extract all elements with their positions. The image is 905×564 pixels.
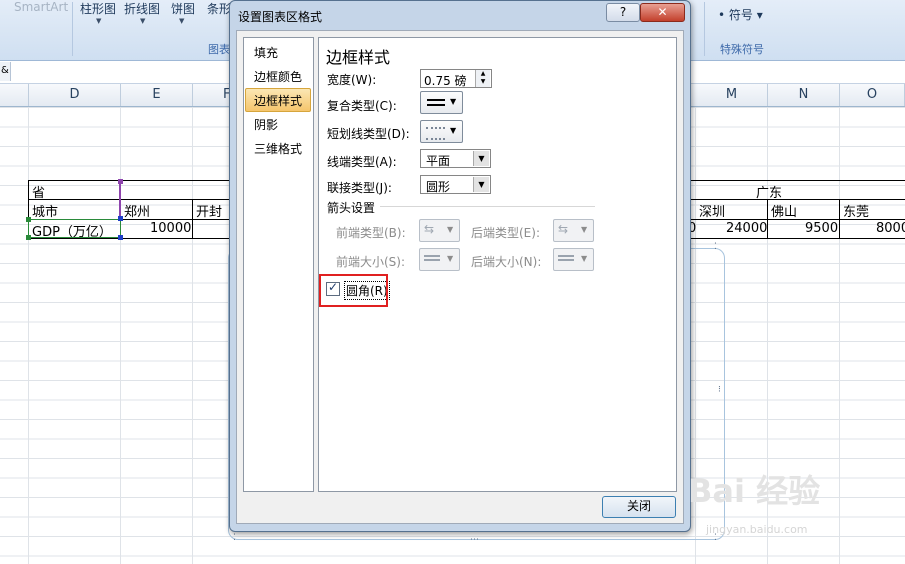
- column-header-n[interactable]: N: [768, 84, 840, 106]
- cell-province-label[interactable]: 省: [32, 182, 45, 201]
- range-handle[interactable]: [118, 179, 123, 184]
- baidu-watermark-url: jingyan.baidu.com: [706, 523, 808, 536]
- line-chart-button[interactable]: 折线图: [124, 0, 160, 17]
- dash-type-button[interactable]: ▼: [420, 120, 463, 143]
- compound-type-label: 复合类型(C):: [327, 99, 397, 113]
- chevron-down-icon: ▼: [447, 225, 454, 234]
- selection-range: [28, 219, 121, 238]
- range-handle[interactable]: [26, 217, 31, 222]
- cell-city[interactable]: 郑州: [124, 201, 150, 220]
- chart-resize-handle[interactable]: ⁚: [233, 533, 236, 543]
- end-type-label: 后端类型(E):: [471, 226, 540, 240]
- compound-type-button[interactable]: ▼: [420, 91, 463, 114]
- cap-type-label: 线端类型(A):: [327, 155, 397, 169]
- arrow-settings-heading: 箭头设置: [327, 201, 376, 215]
- spinner-arrows-icon: ▲ ▼: [475, 70, 490, 87]
- begin-size-button[interactable]: ▼: [419, 248, 460, 271]
- begin-type-button[interactable]: ⇆ ▼: [419, 219, 460, 242]
- help-button[interactable]: ?: [606, 3, 640, 22]
- column-header-c[interactable]: [0, 84, 29, 106]
- range-handle[interactable]: [118, 216, 123, 221]
- name-box[interactable]: &: [0, 62, 11, 81]
- begin-size-label: 前端大小(S):: [336, 255, 406, 269]
- end-size-label: 后端大小(N):: [471, 255, 542, 269]
- width-spinner[interactable]: 0.75 磅 ▲ ▼: [420, 69, 492, 88]
- column-header-m[interactable]: M: [696, 84, 768, 106]
- cell-province-value[interactable]: 广东: [756, 182, 782, 201]
- bar-strip-button[interactable]: 条形: [207, 0, 231, 17]
- table-border: [839, 199, 840, 238]
- chevron-down-icon: ▼: [581, 225, 588, 234]
- dash-type-label: 短划线类型(D):: [327, 127, 410, 141]
- gridline: [192, 107, 193, 564]
- nav-item-fill[interactable]: 填充: [254, 44, 278, 61]
- cell-city-label[interactable]: 城市: [32, 201, 58, 220]
- column-header-f[interactable]: F: [193, 84, 231, 106]
- range-handle[interactable]: [118, 235, 123, 240]
- highlight-annotation: [319, 274, 388, 307]
- join-type-select[interactable]: 圆形 ▼: [420, 175, 491, 194]
- chevron-down-icon: ▼: [473, 151, 489, 166]
- table-border: [192, 199, 193, 238]
- group-label-chart: 图表: [208, 43, 230, 56]
- close-icon[interactable]: ✕: [640, 3, 685, 22]
- group-label-special-symbols: 特殊符号: [720, 43, 764, 56]
- cell-gdp[interactable]: 24000: [726, 221, 767, 236]
- column-header-d[interactable]: D: [29, 84, 121, 106]
- chevron-down-icon: ▼: [179, 17, 185, 25]
- chevron-down-icon: ▼: [447, 254, 454, 263]
- range-highlight: [119, 180, 121, 220]
- cell-city[interactable]: 佛山: [771, 201, 797, 220]
- gridline: [120, 107, 121, 564]
- cap-type-select[interactable]: 平面 ▼: [420, 149, 491, 168]
- symbol-button[interactable]: • 符号 ▾: [718, 6, 763, 23]
- column-header-o[interactable]: O: [840, 84, 905, 106]
- end-size-button[interactable]: ▼: [553, 248, 594, 271]
- baidu-watermark: Bai 经验: [688, 472, 821, 510]
- chevron-down-icon: ▼: [473, 177, 489, 192]
- range-handle[interactable]: [26, 235, 31, 240]
- nav-item-border-color[interactable]: 边框颜色: [254, 68, 302, 85]
- pie-chart-button[interactable]: 饼图: [171, 0, 195, 17]
- gridline: [839, 107, 840, 564]
- arrow-style-icon: ⇆: [558, 222, 569, 236]
- cell-gdp[interactable]: 8000: [876, 221, 905, 236]
- chevron-down-icon: ▼: [140, 17, 146, 25]
- smartart-button[interactable]: SmartArt: [14, 0, 68, 14]
- chevron-down-icon: ▼: [450, 97, 457, 106]
- arrow-style-icon: ⇆: [424, 222, 435, 236]
- ribbon-separator: [72, 2, 73, 56]
- nav-item-3d-format[interactable]: 三维格式: [254, 140, 302, 157]
- nav-item-shadow[interactable]: 阴影: [254, 116, 278, 133]
- dialog-title: 设置图表区格式: [238, 10, 323, 24]
- column-header-e[interactable]: E: [121, 84, 193, 106]
- gridline: [28, 107, 29, 564]
- join-type-label: 联接类型(J):: [327, 181, 392, 195]
- chevron-down-icon: ▼: [450, 126, 457, 135]
- width-label: 宽度(W):: [327, 73, 377, 87]
- cell-city[interactable]: 开封: [196, 201, 222, 220]
- nav-item-border-style[interactable]: 边框样式: [254, 92, 302, 109]
- chart-resize-handle[interactable]: ⋯: [470, 535, 479, 545]
- cell-gdp[interactable]: 9500: [805, 221, 838, 236]
- chevron-down-icon: ▼: [581, 254, 588, 263]
- cell-gdp[interactable]: 10000: [150, 221, 191, 236]
- chevron-down-icon: ▼: [96, 17, 102, 25]
- bar-chart-button[interactable]: 柱形图: [80, 0, 116, 17]
- section-divider: [380, 206, 595, 207]
- cell-city[interactable]: 深圳: [699, 201, 725, 220]
- chart-resize-handle[interactable]: ⁚: [714, 242, 717, 252]
- chart-resize-handle[interactable]: ⁝: [718, 385, 721, 395]
- panel-title: 边框样式: [326, 48, 391, 67]
- close-button[interactable]: 关闭: [602, 496, 676, 518]
- cell-city[interactable]: 东莞: [843, 201, 869, 220]
- begin-type-label: 前端类型(B):: [336, 226, 406, 240]
- end-type-button[interactable]: ⇆ ▼: [553, 219, 594, 242]
- ribbon-separator: [704, 2, 705, 56]
